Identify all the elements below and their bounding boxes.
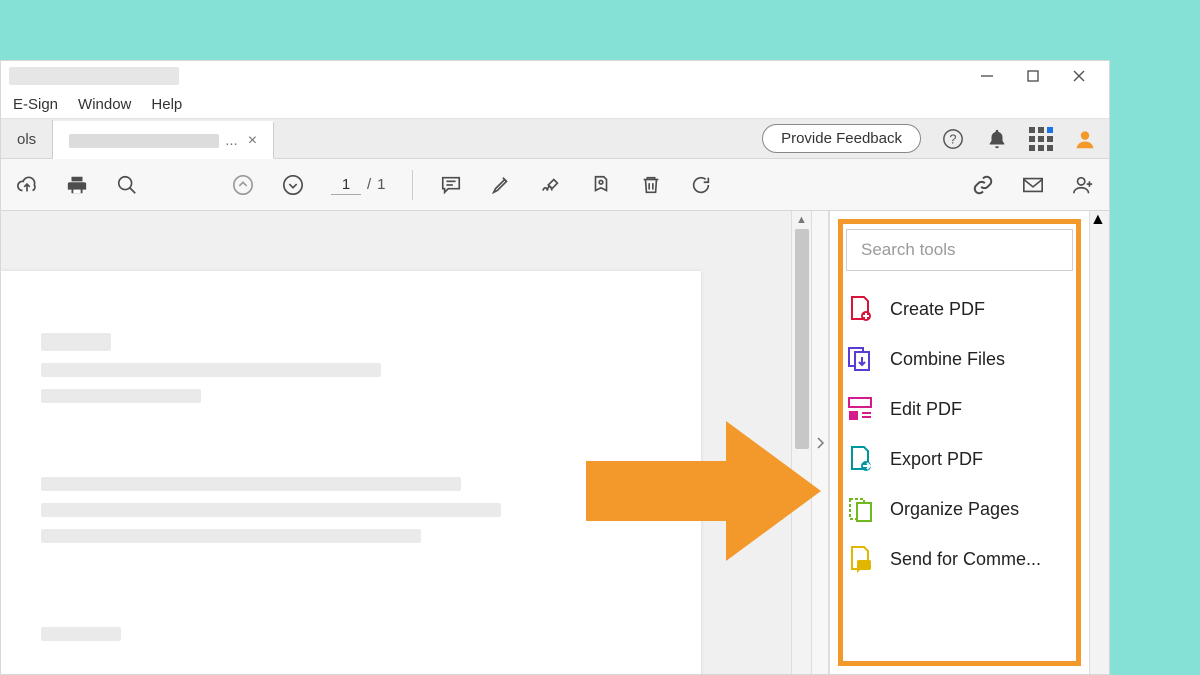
export-pdf-icon bbox=[846, 445, 874, 473]
tool-label: Combine Files bbox=[890, 349, 1005, 370]
panel-collapse-handle[interactable] bbox=[811, 211, 829, 674]
toolbar: / 1 bbox=[1, 159, 1109, 211]
window-controls bbox=[973, 62, 1103, 90]
provide-feedback-button[interactable]: Provide Feedback bbox=[762, 124, 921, 153]
email-icon[interactable] bbox=[1021, 173, 1045, 197]
tool-label: Send for Comme... bbox=[890, 549, 1041, 570]
title-bar bbox=[1, 61, 1109, 91]
menu-esign[interactable]: E-Sign bbox=[3, 94, 68, 115]
tool-export-pdf[interactable]: Export PDF bbox=[846, 445, 1073, 473]
tab-ellipsis: ... bbox=[225, 132, 238, 149]
account-avatar[interactable] bbox=[1073, 127, 1097, 151]
tool-edit-pdf[interactable]: Edit PDF bbox=[846, 395, 1073, 423]
help-icon[interactable]: ? bbox=[941, 127, 965, 151]
tab-tools[interactable]: ols bbox=[1, 120, 53, 158]
menu-bar: E-Sign Window Help bbox=[1, 91, 1109, 119]
tool-organize-pages[interactable]: Organize Pages bbox=[846, 495, 1073, 523]
tool-label: Edit PDF bbox=[890, 399, 962, 420]
document-viewport[interactable] bbox=[1, 211, 791, 674]
cloud-upload-icon[interactable] bbox=[15, 173, 39, 197]
menu-help[interactable]: Help bbox=[141, 94, 192, 115]
rotate-icon[interactable] bbox=[689, 173, 713, 197]
tab-document[interactable]: ... × bbox=[53, 121, 274, 159]
tool-create-pdf[interactable]: Create PDF bbox=[846, 295, 1073, 323]
search-placeholder: Search tools bbox=[861, 240, 956, 260]
maximize-button[interactable] bbox=[1019, 62, 1047, 90]
scroll-up-arrow[interactable]: ▲ bbox=[792, 211, 811, 229]
tool-label: Export PDF bbox=[890, 449, 983, 470]
tools-panel: Search tools Create PDF Combine Files Ed… bbox=[829, 211, 1089, 674]
link-share-icon[interactable] bbox=[971, 173, 995, 197]
close-button[interactable] bbox=[1065, 62, 1093, 90]
edit-pdf-icon bbox=[846, 395, 874, 423]
zoom-icon[interactable] bbox=[115, 173, 139, 197]
search-tools-input[interactable]: Search tools bbox=[846, 229, 1073, 271]
tab-title-placeholder bbox=[69, 134, 219, 148]
organize-pages-icon bbox=[846, 495, 874, 523]
menu-window[interactable]: Window bbox=[68, 94, 141, 115]
apps-icon[interactable] bbox=[1029, 127, 1053, 151]
share-people-icon[interactable] bbox=[1071, 173, 1095, 197]
sign-icon[interactable] bbox=[539, 173, 563, 197]
panel-scrollbar[interactable]: ▲ bbox=[1089, 211, 1109, 674]
document-scrollbar[interactable]: ▲ bbox=[791, 211, 811, 674]
combine-files-icon bbox=[846, 345, 874, 373]
delete-icon[interactable] bbox=[639, 173, 663, 197]
svg-text:?: ? bbox=[949, 131, 956, 146]
app-window: E-Sign Window Help ols ... × Provide Fee… bbox=[0, 60, 1110, 675]
title-placeholder bbox=[9, 67, 179, 85]
tab-label: ols bbox=[17, 131, 36, 148]
callout-highlight bbox=[838, 219, 1081, 666]
tool-label: Organize Pages bbox=[890, 499, 1019, 520]
minimize-button[interactable] bbox=[973, 62, 1001, 90]
document-page bbox=[1, 271, 701, 674]
scroll-thumb[interactable] bbox=[795, 229, 809, 449]
tool-label: Create PDF bbox=[890, 299, 985, 320]
page-down-icon[interactable] bbox=[281, 173, 305, 197]
highlight-icon[interactable] bbox=[489, 173, 513, 197]
tool-combine-files[interactable]: Combine Files bbox=[846, 345, 1073, 373]
stamp-icon[interactable] bbox=[589, 173, 613, 197]
page-up-icon[interactable] bbox=[231, 173, 255, 197]
page-current-input[interactable] bbox=[331, 175, 361, 195]
page-indicator: / 1 bbox=[331, 175, 386, 195]
content-area: ▲ Search tools Create PDF Combine Files … bbox=[1, 211, 1109, 674]
send-comments-icon bbox=[846, 545, 874, 573]
tool-send-for-comments[interactable]: Send for Comme... bbox=[846, 545, 1073, 573]
page-total: 1 bbox=[377, 176, 385, 193]
page-separator: / bbox=[367, 176, 371, 193]
print-icon[interactable] bbox=[65, 173, 89, 197]
toolbar-separator bbox=[412, 170, 413, 200]
create-pdf-icon bbox=[846, 295, 874, 323]
panel-scroll-up-arrow[interactable]: ▲ bbox=[1090, 211, 1109, 229]
tab-bar: ols ... × Provide Feedback ? bbox=[1, 119, 1109, 159]
tab-close-icon[interactable]: × bbox=[248, 133, 257, 149]
notifications-icon[interactable] bbox=[985, 127, 1009, 151]
comment-icon[interactable] bbox=[439, 173, 463, 197]
